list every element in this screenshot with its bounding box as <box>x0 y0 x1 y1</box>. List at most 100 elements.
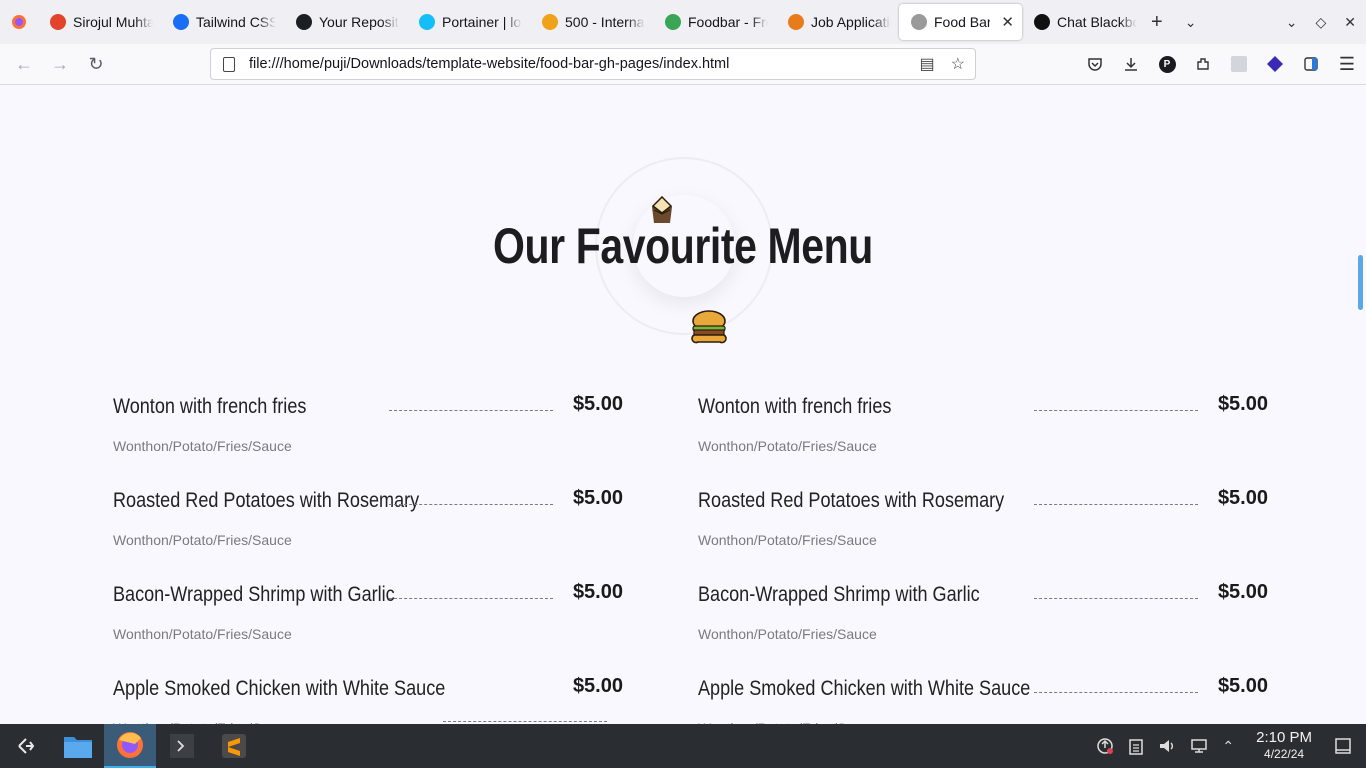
url-text[interactable]: file:///home/puji/Downloads/template-web… <box>249 56 920 72</box>
menu-item: Wonton with french fries $5.00 Wonthon/Pot… <box>113 393 623 489</box>
tab-label: Your Reposit <box>319 14 399 30</box>
menu-column-right: Wonton with french fries $5.00 Wonthon/Pot… <box>698 393 1268 724</box>
menu-column-left: Wonton with french fries $5.00 Wonthon/Pot… <box>113 393 623 724</box>
network-icon[interactable] <box>1190 737 1208 755</box>
sidebar-icon[interactable] <box>1302 55 1320 73</box>
download-icon[interactable] <box>1122 55 1140 73</box>
taskbar: ⌃ 2:10 PM 4/22/24 <box>0 724 1366 768</box>
app-launcher-icon[interactable] <box>0 724 52 768</box>
profile-icon[interactable]: P <box>1158 55 1176 73</box>
reader-view-icon[interactable]: ▤ <box>920 54 935 74</box>
navigation-toolbar: ← → ↻ file:///home/puji/Downloads/templa… <box>0 44 1366 85</box>
browser-tab[interactable]: Your Reposit <box>284 4 407 40</box>
restore-icon[interactable]: ◇ <box>1315 14 1326 31</box>
updates-icon[interactable] <box>1096 737 1114 755</box>
new-tab-button[interactable]: + <box>1151 11 1163 34</box>
menu-item-price: $5.00 <box>1217 675 1268 697</box>
dotted-leader <box>1034 410 1198 411</box>
minimize-icon[interactable]: ⌄ <box>1286 14 1298 31</box>
profile-letter: P <box>1158 55 1176 73</box>
system-tray: ⌃ 2:10 PM 4/22/24 <box>1096 724 1366 768</box>
tab-favicon-icon <box>665 14 681 30</box>
browser-tab[interactable]: Job Applicatio <box>776 4 899 40</box>
back-button[interactable]: ← <box>6 46 42 82</box>
browser-tab[interactable]: Foodbar - Fre <box>653 4 776 40</box>
tab-favicon-icon <box>911 14 927 30</box>
scrollbar-thumb[interactable] <box>1358 255 1363 310</box>
menu-item: Bacon-Wrapped Shrimp with Garlic $5.00 Won… <box>698 581 1268 677</box>
menu-item-price: $5.00 <box>572 487 623 509</box>
browser-tab[interactable]: Chat Blackbo <box>1022 4 1145 40</box>
menu-item-description: Wonthon/Potato/Fries/Sauce <box>113 532 292 548</box>
list-all-tabs-icon[interactable]: ⌄ <box>1185 14 1197 31</box>
menu-item-price: $5.00 <box>572 393 623 415</box>
clock-date: 4/22/24 <box>1264 747 1305 761</box>
menu-item-description: Wonthon/Potato/Fries/Sauce <box>113 438 292 454</box>
browser-tab[interactable]: Tailwind CSS <box>161 4 284 40</box>
section-title: Our Favourite Menu <box>493 218 873 274</box>
menu-item: Roasted Red Potatoes with Rosemary $5.00 W… <box>113 487 623 583</box>
browser-tab[interactable]: 500 - Interna <box>530 4 653 40</box>
menu-item-description: Wonthon/Potato/Fries/Sauce <box>698 626 877 642</box>
menu-item-price: $5.00 <box>572 675 623 697</box>
clipboard-icon[interactable] <box>1128 737 1144 755</box>
menu-item-name: Apple Smoked Chicken with White Sauce <box>698 677 1031 700</box>
dotted-leader <box>389 598 553 599</box>
browser-tab[interactable]: Sirojul Muhta <box>38 4 161 40</box>
tab-favicon-icon <box>542 14 558 30</box>
firefox-taskbar-icon[interactable] <box>104 724 156 768</box>
clock[interactable]: 2:10 PM 4/22/24 <box>1256 730 1312 762</box>
dotted-leader <box>389 504 553 505</box>
firefox-view-icon[interactable] <box>0 0 38 44</box>
tab-favicon-icon <box>50 14 66 30</box>
pocket-icon[interactable] <box>1086 55 1104 73</box>
menu-item-price: $5.00 <box>1217 393 1268 415</box>
close-tab-icon[interactable]: ✕ <box>1001 13 1014 31</box>
reload-button[interactable]: ↻ <box>78 46 114 82</box>
menu-item: Bacon-Wrapped Shrimp with Garlic $5.00 Won… <box>113 581 623 677</box>
tab-label: Job Applicatio <box>811 14 891 30</box>
bookmark-star-icon[interactable]: ☆ <box>951 54 965 74</box>
menu-item-name: Apple Smoked Chicken with White Sauce <box>113 677 446 700</box>
tab-favicon-icon <box>296 14 312 30</box>
menu-item-description: Wonthon/Potato/Fries/Sauce <box>698 532 877 548</box>
hamburger-menu-icon[interactable]: ☰ <box>1338 54 1356 74</box>
terminal-icon[interactable] <box>156 724 208 768</box>
clock-time: 2:10 PM <box>1256 729 1312 746</box>
sublime-text-icon[interactable] <box>208 724 260 768</box>
menu-item-name: Wonton with french fries <box>113 395 307 418</box>
tab-label: Sirojul Muhta <box>73 14 153 30</box>
menu-item-description: Wonthon/Potato/Fries/Sauce <box>698 438 877 454</box>
menu-item-name: Roasted Red Potatoes with Rosemary <box>698 489 1005 512</box>
close-window-icon[interactable]: ✕ <box>1344 14 1356 31</box>
tab-label: Portainer | lo <box>442 14 522 30</box>
browser-tab[interactable]: Portainer | lo <box>407 4 530 40</box>
tab-label: Tailwind CSS <box>196 14 276 30</box>
tab-favicon-icon <box>419 14 435 30</box>
dotted-leader <box>443 721 607 722</box>
page-scrollbar[interactable] <box>1355 85 1366 724</box>
tab-bar: Sirojul Muhta Tailwind CSS Your Reposit Por… <box>0 0 1366 44</box>
menu-item: Wonton with french fries $5.00 Wonthon/Pot… <box>698 393 1268 489</box>
menu-item: Roasted Red Potatoes with Rosemary $5.00 W… <box>698 487 1268 583</box>
show-desktop-icon[interactable] <box>1334 737 1352 755</box>
menu-item-price: $5.00 <box>1217 487 1268 509</box>
file-manager-icon[interactable] <box>52 724 104 768</box>
menu-item: Apple Smoked Chicken with White Sauce $5.… <box>698 675 1268 724</box>
url-bar[interactable]: file:///home/puji/Downloads/template-web… <box>210 48 976 80</box>
volume-icon[interactable] <box>1158 737 1176 755</box>
extension-a-icon[interactable] <box>1230 55 1248 73</box>
forward-button[interactable]: → <box>42 46 78 82</box>
menu-item-price: $5.00 <box>572 581 623 603</box>
menu-item-price: $5.00 <box>1217 581 1268 603</box>
extension-b-icon[interactable] <box>1266 55 1284 73</box>
browser-tab[interactable]: Food Bar ✕ <box>899 4 1022 40</box>
menu-item: Apple Smoked Chicken with White Sauce $5.… <box>113 675 623 724</box>
tab-label: 500 - Interna <box>565 14 645 30</box>
extensions-icon[interactable] <box>1194 55 1212 73</box>
menu-item-description: Wonthon/Potato/Fries/Sauce <box>113 626 292 642</box>
show-hidden-icons-icon[interactable]: ⌃ <box>1222 738 1234 755</box>
tab-favicon-icon <box>1034 14 1050 30</box>
menu-item-name: Bacon-Wrapped Shrimp with Garlic <box>113 583 395 606</box>
page-info-icon[interactable] <box>223 56 235 72</box>
